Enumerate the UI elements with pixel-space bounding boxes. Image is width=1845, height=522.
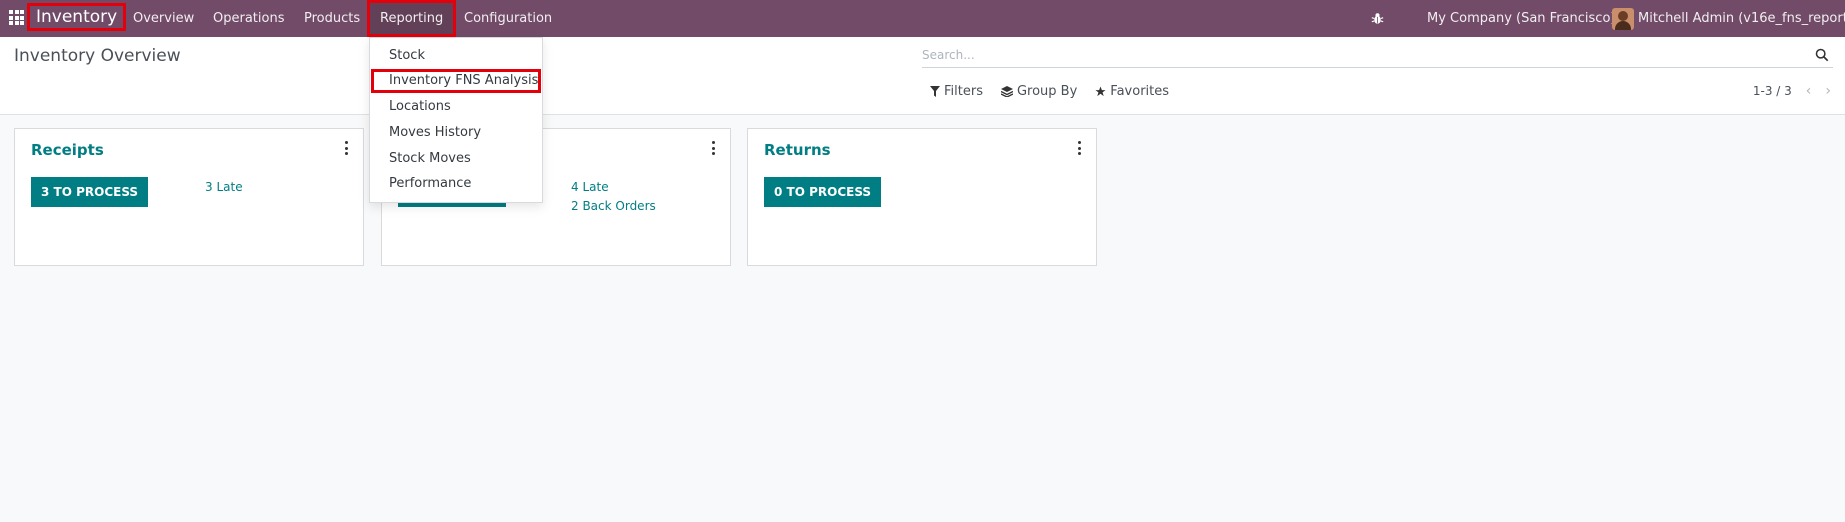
layers-icon bbox=[1000, 86, 1013, 97]
company-switcher[interactable]: My Company (San Francisco) bbox=[1427, 0, 1615, 37]
favorites-button[interactable]: Favorites bbox=[1095, 84, 1169, 99]
card-returns: Returns 0 TO PROCESS bbox=[747, 128, 1097, 266]
group-by-label: Group By bbox=[1016, 84, 1078, 99]
filters-label: Filters bbox=[944, 84, 983, 99]
card-receipts: Receipts 3 TO PROCESS 3 Late bbox=[14, 128, 364, 266]
to-process-button[interactable]: 0 TO PROCESS bbox=[764, 177, 882, 207]
kebab-menu-icon[interactable] bbox=[1078, 141, 1082, 155]
kebab-menu-icon[interactable] bbox=[345, 141, 349, 155]
page-title: Inventory Overview bbox=[14, 46, 181, 66]
back-orders-link[interactable]: 2 Back Orders bbox=[571, 199, 656, 213]
late-link[interactable]: 4 Late bbox=[571, 180, 609, 194]
card-title[interactable]: Receipts bbox=[31, 141, 104, 159]
group-by-button[interactable]: Group By bbox=[1000, 84, 1078, 99]
chevron-left-icon[interactable]: ‹ bbox=[1806, 83, 1812, 99]
bug-icon bbox=[1371, 13, 1384, 24]
late-link[interactable]: 3 Late bbox=[205, 180, 243, 194]
filter-icon bbox=[930, 86, 940, 97]
control-panel: Inventory Overview Filters Group By bbox=[0, 37, 1845, 115]
star-icon bbox=[1095, 86, 1106, 97]
pager-value[interactable]: 1-3 / 3 bbox=[1753, 84, 1792, 98]
menu-reporting[interactable]: Reporting bbox=[367, 0, 457, 37]
search-icon[interactable] bbox=[1815, 48, 1829, 62]
apps-grid-icon[interactable] bbox=[9, 10, 24, 25]
card-title[interactable]: Returns bbox=[764, 141, 831, 159]
menu-reporting-label: Reporting bbox=[380, 11, 444, 26]
menu-products[interactable]: Products bbox=[304, 0, 360, 37]
dropdown-item-locations[interactable]: Locations bbox=[389, 99, 451, 114]
top-navbar: Inventory Overview Operations Products R… bbox=[0, 0, 1845, 37]
user-menu[interactable]: Mitchell Admin (v16e_fns_report) bbox=[1612, 0, 1845, 37]
to-process-button[interactable]: 3 TO PROCESS bbox=[31, 177, 149, 207]
menu-overview[interactable]: Overview bbox=[133, 0, 194, 37]
search-bar bbox=[922, 44, 1833, 68]
filters-button[interactable]: Filters bbox=[930, 84, 983, 99]
dropdown-item-stock[interactable]: Stock bbox=[389, 48, 425, 63]
user-name: Mitchell Admin (v16e_fns_report) bbox=[1638, 11, 1845, 26]
dropdown-item-moves-history[interactable]: Moves History bbox=[389, 125, 481, 140]
reporting-dropdown: Stock Inventory FNS Analysis Locations M… bbox=[369, 37, 543, 203]
app-brand-inventory[interactable]: Inventory bbox=[27, 3, 127, 31]
search-input[interactable] bbox=[922, 44, 1802, 66]
favorites-label: Favorites bbox=[1110, 84, 1170, 99]
debug-bug-icon[interactable] bbox=[1371, 0, 1384, 37]
kebab-menu-icon[interactable] bbox=[712, 141, 716, 155]
user-avatar bbox=[1612, 7, 1634, 30]
menu-configuration[interactable]: Configuration bbox=[464, 0, 552, 37]
chevron-right-icon[interactable]: › bbox=[1825, 83, 1831, 99]
pager: 1-3 / 3 ‹ › bbox=[1753, 83, 1831, 99]
dropdown-item-stock-moves[interactable]: Stock Moves bbox=[389, 151, 471, 166]
dropdown-item-performance[interactable]: Performance bbox=[389, 176, 471, 191]
search-options: Filters Group By Favorites bbox=[930, 84, 1169, 99]
menu-operations[interactable]: Operations bbox=[213, 0, 284, 37]
dropdown-item-fns-analysis[interactable]: Inventory FNS Analysis bbox=[389, 73, 538, 88]
